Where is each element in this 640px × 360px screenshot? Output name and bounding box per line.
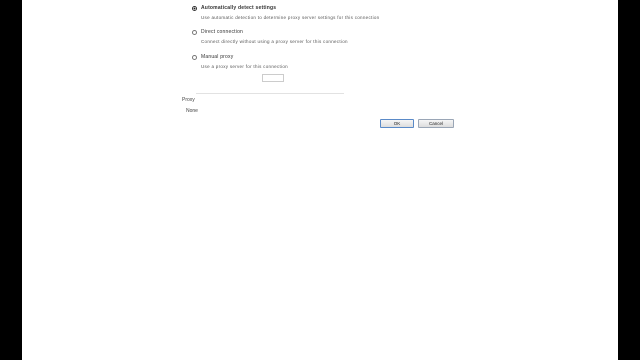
option-title: Automatically detect settings	[201, 5, 277, 11]
proxy-section: Proxy None	[182, 88, 344, 114]
option-manual[interactable]: Manual proxy Use a proxy server for this…	[192, 52, 288, 69]
proxy-port-input[interactable]	[262, 74, 284, 82]
option-title: Manual proxy	[201, 54, 234, 60]
proxy-value: None	[186, 108, 198, 114]
option-direct[interactable]: Direct connection Connect directly witho…	[192, 27, 348, 44]
option-auto-detect[interactable]: Automatically detect settings Use automa…	[192, 3, 379, 20]
settings-page: Automatically detect settings Use automa…	[22, 0, 618, 360]
option-description: Use automatic detection to determine pro…	[201, 15, 380, 20]
cancel-button[interactable]: Cancel	[418, 119, 454, 128]
direct-radio[interactable]	[192, 29, 197, 35]
divider	[196, 93, 344, 94]
proxy-label: Proxy	[182, 97, 195, 103]
option-title: Direct connection	[201, 29, 244, 35]
option-description: Connect directly without using a proxy s…	[201, 39, 348, 44]
option-description: Use a proxy server for this connection	[201, 64, 288, 69]
auto-detect-radio[interactable]	[192, 5, 197, 11]
manual-radio[interactable]	[192, 54, 197, 60]
ok-button[interactable]: OK	[380, 119, 414, 128]
